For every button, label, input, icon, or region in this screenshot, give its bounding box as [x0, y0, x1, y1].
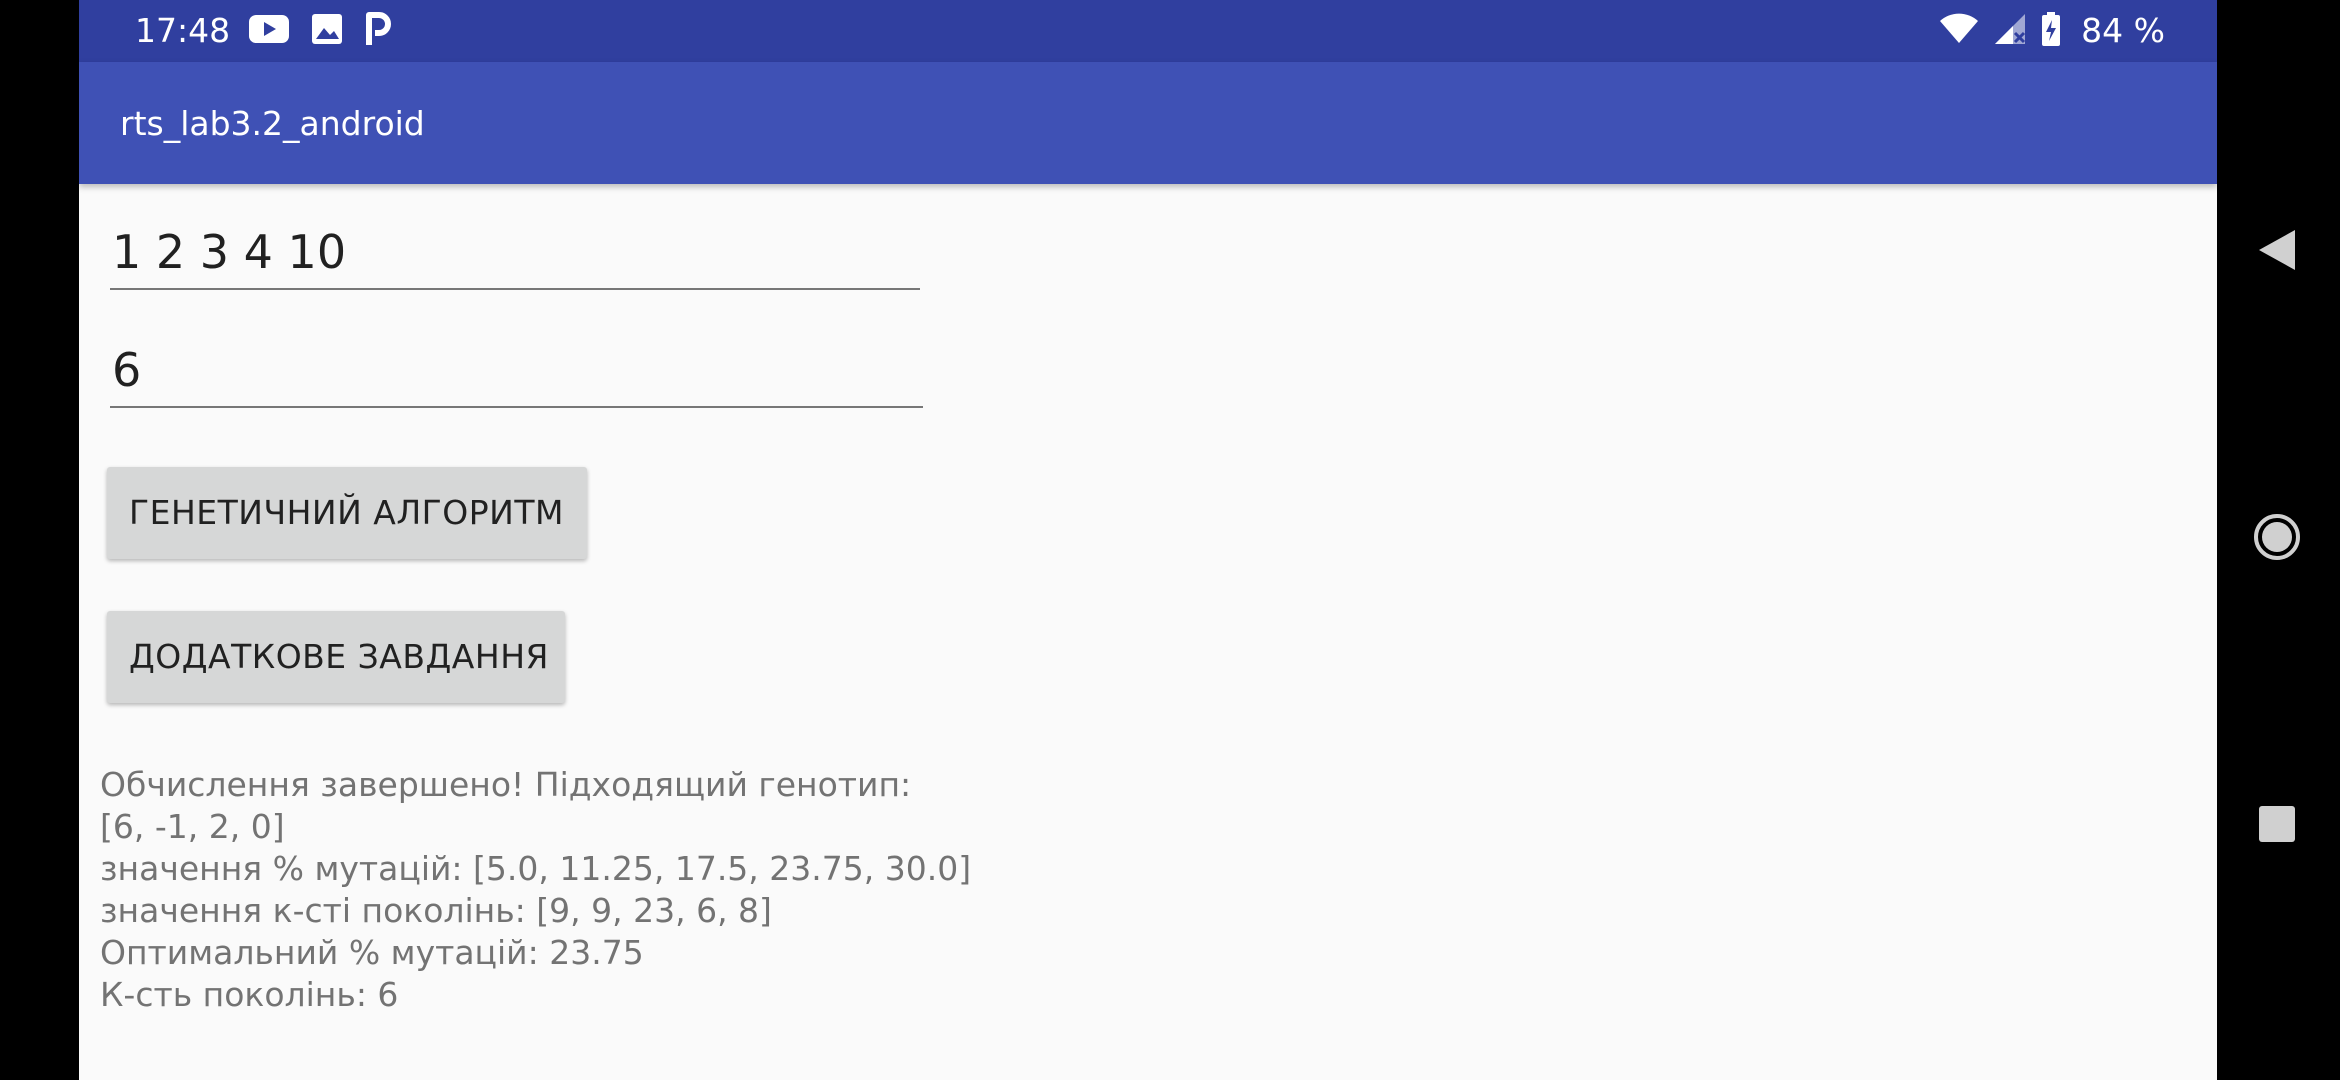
recents-button[interactable] — [2245, 794, 2309, 858]
additional-task-button[interactable]: ДОДАТКОВЕ ЗАВДАННЯ — [107, 611, 565, 703]
result-line: Оптимальний % мутацій: 23.75 — [100, 933, 644, 972]
home-icon — [2252, 512, 2302, 566]
signal-icon — [1993, 13, 2027, 49]
status-time: 17:48 — [135, 11, 231, 50]
app-screen: 17:48 84 % rts_lab3.2_android 1 2 3 4 10… — [79, 0, 2217, 1080]
target-input[interactable]: 6 — [110, 340, 923, 408]
system-status-icons: 84 % — [1939, 10, 2165, 52]
result-line: значення к-сті поколінь: [9, 9, 23, 6, 8… — [100, 891, 772, 930]
back-icon — [2255, 226, 2299, 278]
numbers-input[interactable]: 1 2 3 4 10 — [110, 222, 920, 290]
battery-icon — [2041, 12, 2061, 50]
result-line: К-сть поколінь: 6 — [100, 975, 399, 1014]
app-title: rts_lab3.2_android — [120, 104, 425, 143]
navigation-bar — [2217, 0, 2340, 1080]
result-text: Обчислення завершено! Підходящий генотип… — [100, 764, 1020, 1016]
wifi-icon — [1939, 13, 1979, 49]
app-bar: rts_lab3.2_android — [79, 62, 2217, 184]
image-icon — [311, 13, 343, 49]
result-line: Обчислення завершено! Підходящий генотип… — [100, 765, 912, 804]
notification-icons — [249, 12, 391, 50]
result-line: [6, -1, 2, 0] — [100, 807, 285, 846]
result-line: значення % мутацій: [5.0, 11.25, 17.5, 2… — [100, 849, 972, 888]
back-button[interactable] — [2245, 220, 2309, 284]
genetic-algorithm-button[interactable]: ГЕНЕТИЧНИЙ АЛГОРИТМ — [107, 467, 587, 559]
battery-percent: 84 % — [2081, 11, 2165, 50]
status-bar: 17:48 84 % — [79, 0, 2217, 62]
p-icon — [365, 12, 391, 50]
home-button[interactable] — [2245, 507, 2309, 571]
recents-icon — [2257, 804, 2297, 848]
youtube-icon — [249, 14, 289, 48]
